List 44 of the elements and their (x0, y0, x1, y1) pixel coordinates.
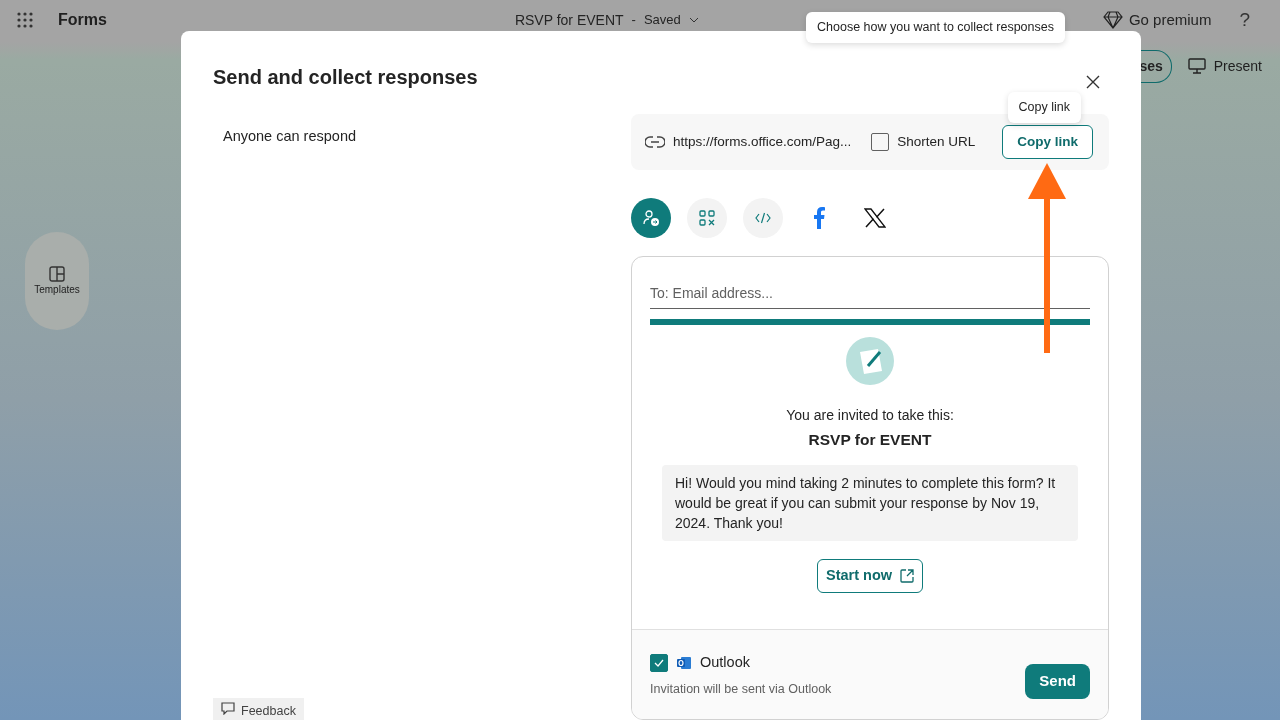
tooltip: Copy link (1007, 92, 1081, 123)
form-illustration-icon (846, 337, 894, 385)
person-arrow-icon (642, 209, 660, 227)
form-title: RSVP for EVENT (808, 430, 932, 450)
copy-link-button[interactable]: Copy link (1002, 124, 1093, 160)
external-link-icon (900, 569, 915, 584)
person-arrow-share-button[interactable] (631, 198, 671, 238)
app-launcher-icon[interactable] (16, 11, 34, 29)
save-status: Saved (643, 11, 681, 30)
outlook-checkbox[interactable] (650, 653, 668, 672)
qr-code-share-button[interactable] (687, 198, 727, 238)
send-button[interactable]: Send (1025, 664, 1090, 699)
code-icon (755, 212, 771, 224)
dash-separator: - (631, 11, 636, 30)
chevron-down-icon[interactable] (688, 17, 699, 23)
speech-bubble-icon (221, 702, 235, 715)
document-title[interactable]: RSVP for EVENT (514, 9, 624, 31)
checkmark-icon (654, 658, 664, 667)
monitor-icon (1187, 58, 1206, 74)
x-logo-icon (864, 208, 886, 228)
help-button[interactable]: ? (1239, 5, 1250, 35)
shorten-url-label: Shorten URL (897, 132, 976, 151)
dialog-title: Send and collect responses (213, 65, 478, 89)
audience-label: Anyone can respond (223, 127, 356, 146)
outlook-logo-icon (676, 654, 692, 671)
outlook-label: Outlook (700, 653, 750, 672)
premium-link[interactable]: Go premium (1128, 8, 1212, 32)
shorten-url-checkbox[interactable] (871, 133, 890, 151)
close-icon (1086, 75, 1100, 90)
form-url: https://forms.office.com/Pag... (673, 132, 852, 151)
layout-icon (49, 265, 65, 282)
templates-button[interactable]: Templates (25, 232, 89, 330)
app-name: Forms (58, 10, 107, 30)
invitation-note: Invitation will be sent via Outlook (650, 680, 832, 698)
facebook-icon (813, 207, 825, 229)
invite-text: You are invited to take this: (786, 406, 954, 425)
tooltip: Choose how you want to collect responses (806, 12, 1065, 43)
feedback-button[interactable]: Feedback (213, 698, 304, 720)
start-now-button[interactable]: Start now (816, 559, 924, 593)
link-icon (645, 136, 665, 148)
present-button[interactable]: Present (1181, 54, 1268, 78)
invitation-message: Hi! Would you mind taking 2 minutes to complete this form? It would be great if you can submit your response by Nov 19, 2024. Thank you! (662, 465, 1078, 542)
qr-code-icon (699, 210, 715, 226)
diamond-icon (1102, 11, 1123, 29)
